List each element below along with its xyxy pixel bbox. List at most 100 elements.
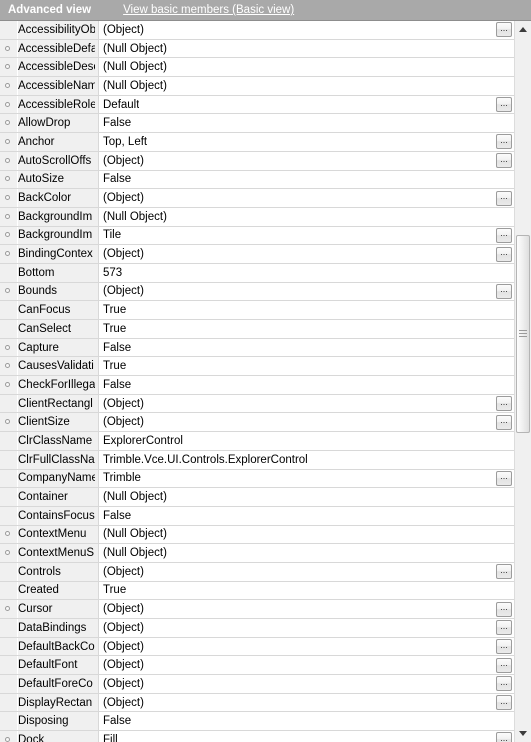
property-row[interactable]: Container (Null Object) [0,488,514,507]
browse-ellipsis-button[interactable]: ... [496,657,512,673]
property-row[interactable]: ContextMenu (Null Object) [0,525,514,545]
scrollbar-thumb[interactable] [516,235,530,433]
scroll-down-arrow-icon[interactable] [515,725,531,742]
property-row[interactable]: ContainsFocus False [0,506,514,526]
expander-bullet-icon[interactable] [5,381,10,387]
property-value-cell[interactable]: 573 [99,263,514,282]
expander-bullet-icon[interactable] [5,531,10,537]
property-value-cell[interactable]: (Object)... [99,245,514,263]
property-row[interactable]: BackColor (Object)... [0,189,514,208]
expander-bullet-icon[interactable] [5,288,10,294]
browse-ellipsis-button[interactable]: ... [496,283,512,299]
browse-ellipsis-button[interactable]: ... [496,97,512,113]
property-row[interactable]: AllowDrop False [0,114,514,134]
property-value-cell[interactable]: True [99,357,514,376]
expander-bullet-icon[interactable] [5,195,10,201]
property-value-cell[interactable]: (Null Object) [99,488,514,506]
browse-ellipsis-button[interactable]: ... [496,732,512,742]
property-value-cell[interactable]: False [99,170,514,189]
property-value-cell[interactable]: False [99,376,514,394]
property-row[interactable]: CanFocus True [0,301,514,320]
property-value-cell[interactable]: (Object)... [99,619,514,637]
property-row[interactable]: DefaultForeCo (Object)... [0,675,514,694]
expander-bullet-icon[interactable] [5,419,10,425]
property-value-cell[interactable]: True [99,581,514,600]
property-value-cell[interactable]: True [99,320,514,338]
property-value-cell[interactable]: Default... [99,95,514,114]
property-value-cell[interactable]: (Object)... [99,413,514,432]
property-row[interactable]: Controls (Object)... [0,562,514,582]
property-row[interactable]: ClrClassName ExplorerControl [0,432,514,451]
property-row[interactable]: AccessibleRole Default... [0,95,514,115]
property-value-cell[interactable]: (Null Object) [99,525,514,544]
property-value-cell[interactable]: (Null Object) [99,207,514,226]
property-value-cell[interactable]: (Object)... [99,562,514,581]
browse-ellipsis-button[interactable]: ... [496,190,512,206]
property-value-cell[interactable]: ExplorerControl [99,432,514,450]
expander-bullet-icon[interactable] [5,176,10,182]
property-value-cell[interactable]: (Object)... [99,21,514,39]
browse-ellipsis-button[interactable]: ... [496,414,512,430]
property-row[interactable]: AccessibleDesc (Null Object) [0,58,514,78]
browse-ellipsis-button[interactable]: ... [496,601,512,617]
property-value-cell[interactable]: (Null Object) [99,58,514,77]
expander-bullet-icon[interactable] [5,120,10,126]
browse-ellipsis-button[interactable]: ... [496,396,512,412]
property-value-cell[interactable]: False [99,338,514,357]
property-value-cell[interactable]: False [99,506,514,525]
expander-bullet-icon[interactable] [5,138,10,144]
browse-ellipsis-button[interactable]: ... [496,134,512,150]
expander-bullet-icon[interactable] [5,363,10,369]
property-row[interactable]: ContextMenuS (Null Object) [0,544,514,563]
browse-ellipsis-button[interactable]: ... [496,676,512,692]
browse-ellipsis-button[interactable]: ... [496,153,512,169]
expander-bullet-icon[interactable] [5,736,10,742]
property-row[interactable]: ClientSize (Object)... [0,413,514,433]
property-value-cell[interactable]: True [99,301,514,319]
property-value-cell[interactable]: (Null Object) [99,544,514,562]
property-value-cell[interactable]: Top, Left... [99,133,514,151]
property-row[interactable]: Bounds (Object)... [0,282,514,302]
property-value-cell[interactable]: Trimble.Vce.UI.Controls.ExplorerControl [99,450,514,469]
expander-bullet-icon[interactable] [5,157,10,163]
property-value-cell[interactable]: (Object)... [99,675,514,693]
property-row[interactable]: BindingContex (Object)... [0,245,514,264]
property-row[interactable]: DefaultBackCo (Object)... [0,637,514,657]
browse-ellipsis-button[interactable]: ... [496,227,512,243]
property-row[interactable]: ClrFullClassNa Trimble.Vce.UI.Controls.Ex… [0,450,514,470]
expander-bullet-icon[interactable] [5,344,10,350]
scroll-up-arrow-icon[interactable] [515,21,531,38]
expander-bullet-icon[interactable] [5,64,10,70]
property-value-cell[interactable]: Fill... [99,731,514,742]
property-row[interactable]: AutoSize False [0,170,514,190]
property-row[interactable]: BackgroundIm Tile... [0,226,514,246]
property-row[interactable]: DataBindings (Object)... [0,619,514,638]
expander-bullet-icon[interactable] [5,606,10,612]
property-value-cell[interactable]: (Object)... [99,151,514,170]
property-value-cell[interactable]: (Object)... [99,189,514,207]
property-row[interactable]: DisplayRectan (Object)... [0,693,514,713]
property-row[interactable]: AccessibilityOb (Object)... [0,21,514,40]
expander-bullet-icon[interactable] [5,213,10,219]
property-row[interactable]: Created True [0,581,514,601]
browse-ellipsis-button[interactable]: ... [496,246,512,262]
property-row[interactable]: CheckForIllega False [0,376,514,395]
property-row[interactable]: Disposing False [0,712,514,732]
property-row[interactable]: Cursor (Object)... [0,600,514,619]
property-row[interactable]: CanSelect True [0,320,514,339]
property-row[interactable]: Bottom 573 [0,263,514,283]
expander-bullet-icon[interactable] [5,101,10,107]
browse-ellipsis-button[interactable]: ... [496,564,512,580]
expander-bullet-icon[interactable] [5,232,10,238]
expander-bullet-icon[interactable] [5,82,10,88]
property-row[interactable]: ClientRectangl (Object)... [0,394,514,414]
property-row[interactable]: AccessibleNam (Null Object) [0,77,514,96]
property-row[interactable]: Dock Fill... [0,731,514,742]
browse-ellipsis-button[interactable]: ... [496,470,512,486]
property-value-cell[interactable]: False [99,114,514,133]
property-value-cell[interactable]: (Object)... [99,282,514,301]
property-row[interactable]: AccessibleDefa (Null Object) [0,39,514,59]
property-row[interactable]: DefaultFont (Object)... [0,656,514,676]
expander-bullet-icon[interactable] [5,45,10,51]
property-value-cell[interactable]: (Object)... [99,600,514,618]
